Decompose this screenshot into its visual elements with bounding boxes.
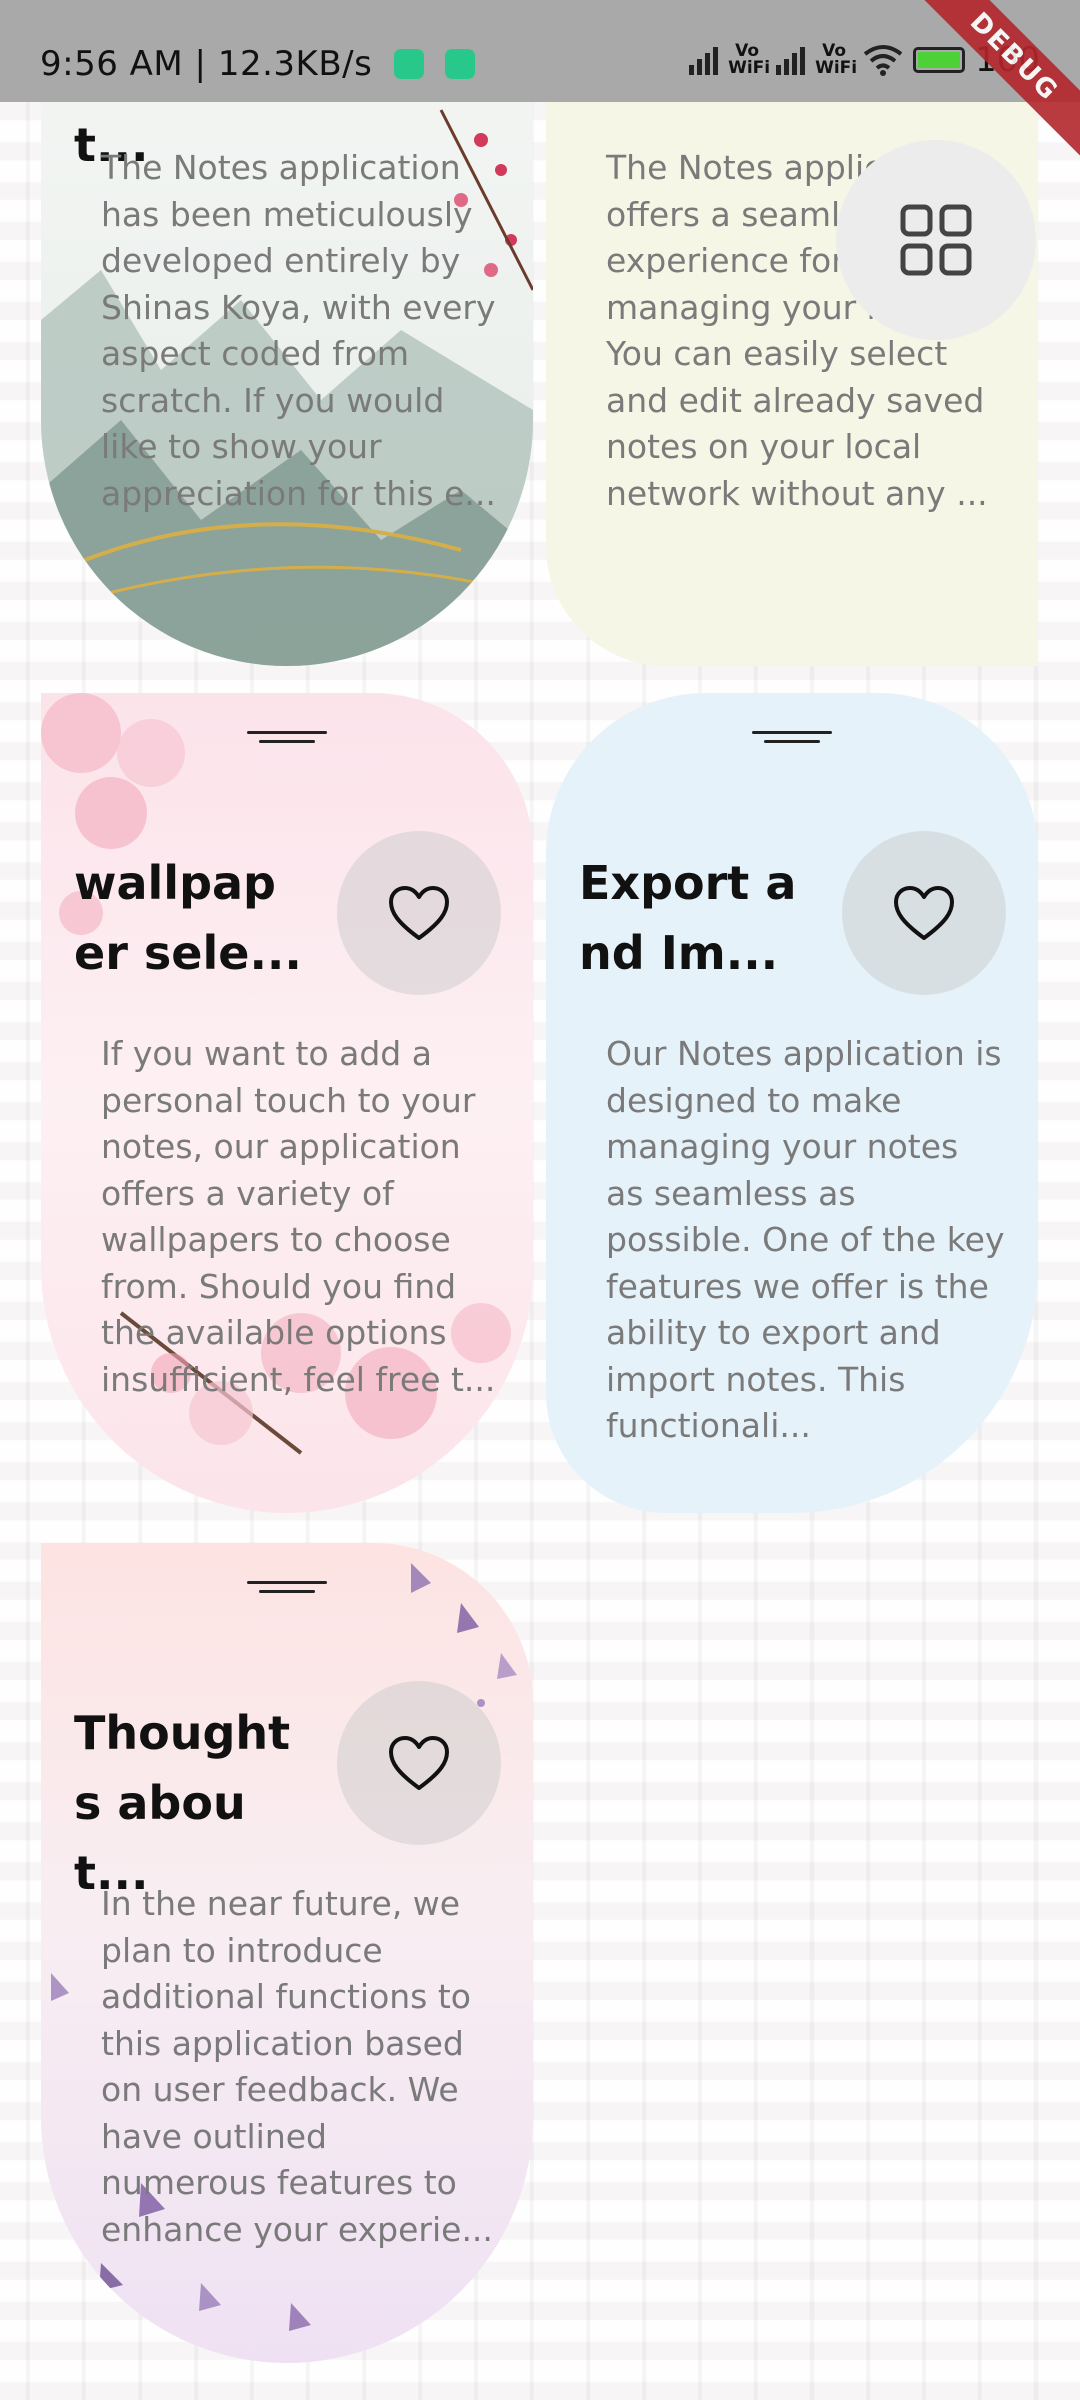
status-time: 9:56 AM | 12.3KB/s [40,44,475,84]
drag-handle[interactable] [752,731,832,745]
note-card[interactable]: Thoughts about... In the near future, we… [41,1543,533,2363]
note-title: Thoughts about... [74,1706,291,1900]
favorite-button[interactable] [337,831,501,995]
time-and-speed: 9:56 AM | 12.3KB/s [40,44,373,84]
favorite-button[interactable] [842,831,1006,995]
wifi-icon [863,45,903,76]
note-body: If you want to add a personal touch to y… [101,1034,496,1399]
heart-icon [894,886,954,940]
signal-icon [689,45,719,75]
android-notification-icon [444,49,475,79]
android-notification-icon [393,49,424,79]
note-body: In the near future, we plan to introduce… [101,1884,493,2249]
note-body: The Notes application has been meticulou… [101,148,496,513]
note-card[interactable]: Export and Im... Our Notes application i… [546,693,1038,1513]
vowifi-icon: Vo WiFi [815,41,858,78]
heart-icon [389,1736,449,1790]
heart-icon [389,886,449,940]
drag-handle[interactable] [247,731,327,745]
vowifi-icon: Vo WiFi [728,41,771,78]
signal-icon [776,45,806,75]
note-title: Export and Im... [579,856,797,980]
favorite-button[interactable] [337,1681,501,1845]
battery-icon [913,47,966,73]
grid-view-button[interactable] [836,140,1036,340]
note-body: Our Notes application is designed to mak… [606,1034,1005,1445]
status-bar: 9:56 AM | 12.3KB/s VoWiFi VoWiFi 100 [0,0,1080,102]
note-card[interactable]: wallpaper sele... If you want to add a p… [41,693,533,1513]
drag-handle[interactable] [247,1581,327,1595]
note-card[interactable]: the not... The Notes application has bee… [41,70,533,666]
grid-view-icon [900,204,972,276]
note-title: wallpaper sele... [74,856,302,980]
